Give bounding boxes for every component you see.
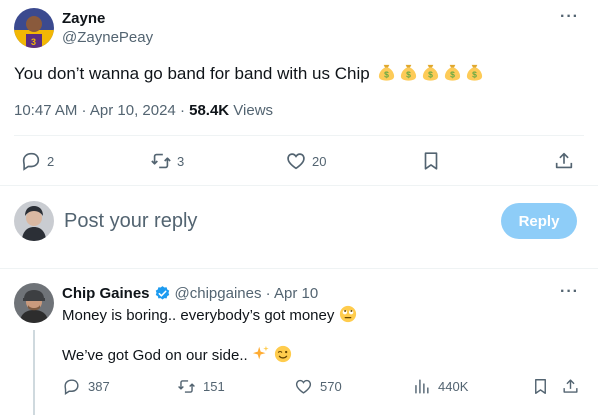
money-bag-emoji: $	[467, 64, 483, 81]
author-avatar[interactable]: 3	[14, 8, 54, 48]
heart-icon	[295, 379, 312, 394]
reply-input[interactable]: Post your reply	[64, 210, 197, 233]
current-user-avatar[interactable]	[14, 201, 54, 241]
winking-face-emoji	[274, 345, 292, 363]
reply-like-action[interactable]: 570	[294, 377, 342, 396]
money-bag-emoji: $	[401, 64, 417, 81]
reply-icon	[22, 152, 40, 171]
bookmark-icon	[424, 152, 438, 170]
divider	[0, 268, 598, 269]
divider	[0, 185, 598, 186]
svg-text:$: $	[407, 70, 412, 80]
reply-views-action[interactable]: 440K	[412, 377, 468, 396]
more-options-icon[interactable]: ···	[560, 8, 579, 26]
reply-repost-count: 151	[203, 379, 225, 394]
reply-icon	[64, 379, 79, 395]
repost-icon	[178, 380, 195, 393]
verified-badge-icon	[155, 286, 169, 300]
bookmark-action[interactable]	[420, 150, 442, 172]
author-handle[interactable]: @ZaynePeay	[62, 29, 153, 46]
repost-count: 3	[177, 153, 185, 169]
views-count: 58.4K	[189, 102, 230, 119]
reply-action[interactable]: 2	[20, 150, 54, 172]
tweet-text-content: You don’t wanna go band for band with us…	[14, 64, 370, 83]
heart-icon	[287, 153, 305, 170]
author-name[interactable]: Zayne	[62, 10, 105, 27]
money-bag-emoji: $	[379, 64, 395, 81]
like-action[interactable]: 20	[285, 150, 326, 172]
reply-author-handle[interactable]: @chipgaines · Apr 10	[175, 285, 319, 302]
reply-more-options-icon[interactable]: ···	[560, 283, 579, 301]
money-bag-emoji: $	[423, 64, 439, 81]
repost-icon	[151, 153, 171, 169]
reply-author-avatar[interactable]	[14, 283, 54, 323]
reply-share-action[interactable]	[561, 377, 580, 396]
svg-text:$: $	[429, 70, 434, 80]
views-label: Views	[229, 102, 274, 119]
svg-text:3: 3	[31, 37, 36, 47]
views-chart-icon	[415, 379, 429, 394]
sparkles-emoji	[252, 345, 269, 360]
reply-like-count: 570	[320, 379, 342, 394]
share-action[interactable]	[553, 150, 575, 172]
repost-action[interactable]: 3	[150, 150, 184, 172]
reply-reply-action[interactable]: 387	[62, 377, 110, 396]
reply-button[interactable]: Reply	[501, 203, 577, 239]
reply-reply-count: 387	[88, 379, 110, 394]
share-icon	[563, 379, 578, 393]
reply-count: 2	[47, 153, 55, 169]
reply-text-1: Money is boring.. everybody’s got money	[62, 307, 335, 324]
money-bag-emojis: $ $ $ $ $	[374, 64, 484, 83]
reply-views-count: 440K	[438, 379, 469, 394]
tweet-meta: 10:47 AM · Apr 10, 2024 · 58.4K Views	[14, 102, 273, 119]
reply-header: Chip Gaines @chipgaines · Apr 10	[62, 285, 318, 302]
share-icon	[555, 152, 573, 169]
reply-text-2: We’ve got God on our side..	[62, 347, 248, 364]
reply-bookmark-action[interactable]	[531, 377, 550, 396]
face-with-rolling-eyes-emoji	[339, 305, 356, 323]
divider	[14, 135, 584, 136]
thread-line	[33, 330, 35, 415]
svg-text:$: $	[451, 70, 456, 80]
like-count: 20	[312, 153, 327, 169]
bookmark-icon	[535, 379, 546, 394]
reply-author-name[interactable]: Chip Gaines	[62, 285, 150, 302]
svg-text:$: $	[473, 70, 478, 80]
svg-text:$: $	[385, 70, 390, 80]
tweet-text: You don’t wanna go band for band with us…	[14, 63, 484, 85]
reply-text-line2: We’ve got God on our side..	[62, 345, 292, 366]
reply-repost-action[interactable]: 151	[177, 377, 225, 396]
money-bag-emoji: $	[445, 64, 461, 81]
tweet-timestamp[interactable]: 10:47 AM · Apr 10, 2024 ·	[14, 102, 189, 119]
reply-text-line1: Money is boring.. everybody’s got money	[62, 305, 357, 326]
